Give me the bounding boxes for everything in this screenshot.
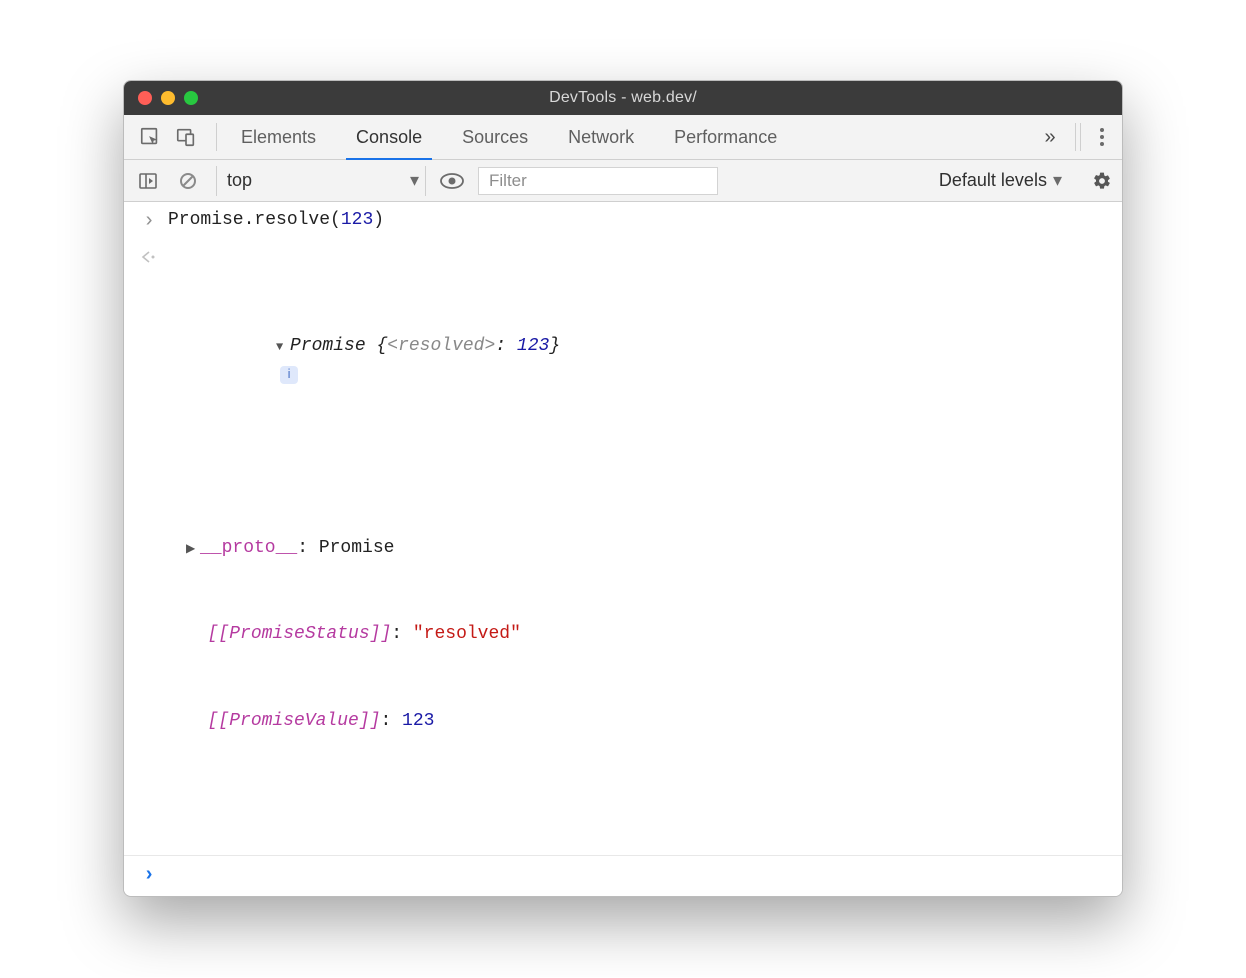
expand-toggle-icon[interactable] [276, 332, 290, 361]
main-toolbar: Elements Console Sources Network Perform… [124, 115, 1122, 160]
tab-network[interactable]: Network [548, 115, 654, 159]
object-info-icon[interactable]: i [280, 366, 298, 384]
tab-bar: Elements Console Sources Network Perform… [221, 115, 1029, 159]
tab-label: Sources [462, 127, 528, 148]
tab-label: Console [356, 127, 422, 148]
input-expression[interactable]: Promise.resolve(123) [168, 206, 1112, 238]
titlebar: DevTools - web.dev/ [124, 81, 1122, 115]
log-levels-select[interactable]: Default levels ▾ [939, 170, 1062, 191]
tab-sources[interactable]: Sources [442, 115, 548, 159]
tab-label: Network [568, 127, 634, 148]
close-window-button[interactable] [138, 91, 152, 105]
context-label: top [227, 170, 252, 191]
promise-status-row[interactable]: [[PromiseStatus]]: "resolved" [186, 620, 1112, 649]
live-expression-icon[interactable] [438, 173, 466, 189]
filter-input[interactable] [478, 167, 718, 195]
clear-console-icon[interactable] [174, 171, 202, 191]
object-properties: __proto__: Promise [[PromiseStatus]]: "r… [168, 476, 1112, 793]
promise-value-row[interactable]: [[PromiseValue]]: 123 [186, 707, 1112, 736]
tab-console[interactable]: Console [336, 115, 442, 159]
chevron-down-icon: ▾ [410, 170, 419, 191]
tab-label: Performance [674, 127, 777, 148]
tab-elements[interactable]: Elements [221, 115, 336, 159]
output-gutter-icon [138, 246, 160, 851]
console-prompt-row[interactable] [124, 856, 1122, 896]
input-gutter-icon [138, 206, 160, 238]
window-title: DevTools - web.dev/ [124, 89, 1122, 107]
device-toolbar-icon[interactable] [168, 126, 204, 148]
minimize-window-button[interactable] [161, 91, 175, 105]
output-object[interactable]: Promise {<resolved>: 123} i __proto__: P… [168, 246, 1112, 851]
tab-label: Elements [241, 127, 316, 148]
more-tabs-button[interactable]: » [1029, 126, 1071, 149]
console-output-row: Promise {<resolved>: 123} i __proto__: P… [124, 242, 1122, 856]
console-prompt-input[interactable] [168, 860, 1112, 892]
console-body: Promise.resolve(123) Promise {<resolved>… [124, 202, 1122, 896]
chevron-down-icon: ▾ [1053, 170, 1062, 191]
tab-performance[interactable]: Performance [654, 115, 797, 159]
divider [216, 123, 217, 151]
more-options-icon[interactable] [1080, 123, 1122, 151]
levels-label: Default levels [939, 170, 1047, 191]
devtools-window: DevTools - web.dev/ Elements Console Sou… [123, 80, 1123, 897]
console-input-row: Promise.resolve(123) [124, 202, 1122, 242]
inspect-element-icon[interactable] [132, 126, 168, 148]
console-settings-icon[interactable] [1088, 171, 1116, 191]
expand-toggle-icon[interactable] [186, 534, 200, 563]
traffic-lights [124, 91, 198, 105]
console-toolbar: top ▾ Default levels ▾ [124, 160, 1122, 202]
prompt-gutter-icon [138, 860, 160, 892]
proto-row[interactable]: __proto__: Promise [186, 534, 1112, 563]
execution-context-select[interactable]: top ▾ [216, 166, 426, 196]
toggle-sidebar-icon[interactable] [134, 171, 162, 191]
zoom-window-button[interactable] [184, 91, 198, 105]
divider [1075, 123, 1076, 151]
